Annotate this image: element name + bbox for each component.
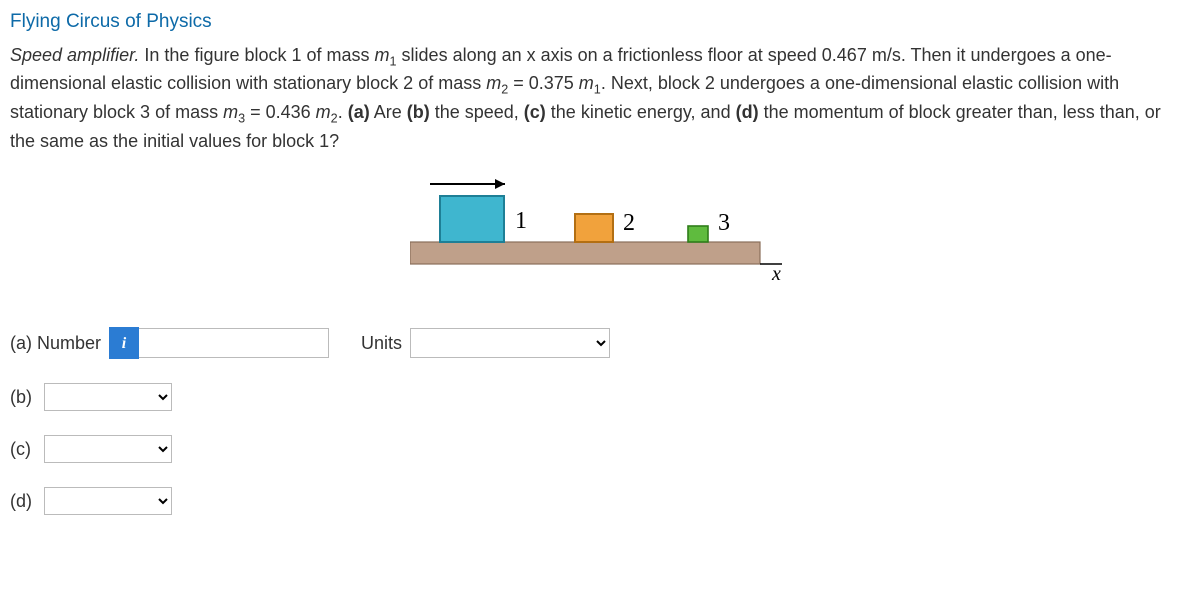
answers-section: (a) Number i Units (b) (c) (d) [10, 327, 1190, 515]
answer-b-select[interactable] [44, 383, 172, 411]
answer-a-units-select[interactable] [410, 328, 610, 358]
answer-d-label: (d) [10, 488, 36, 514]
block3-label: 3 [718, 210, 730, 236]
answer-a-number-input[interactable] [139, 328, 329, 358]
units-label: Units [361, 330, 402, 356]
answer-b-label: (b) [10, 384, 36, 410]
lead-phrase: Speed amplifier. [10, 45, 139, 65]
answer-row-c: (c) [10, 435, 1190, 463]
source-title: Flying Circus of Physics [10, 8, 1190, 36]
block2-label: 2 [623, 210, 635, 236]
block1-label: 1 [515, 208, 527, 234]
figure: x 1 2 3 [10, 172, 1190, 299]
answer-row-a: (a) Number i Units [10, 327, 1190, 359]
axis-label: x [771, 263, 781, 285]
answer-d-select[interactable] [44, 487, 172, 515]
answer-row-b: (b) [10, 383, 1190, 411]
problem-text: Speed amplifier. In the figure block 1 o… [10, 42, 1190, 155]
answer-c-label: (c) [10, 436, 36, 462]
answer-row-d: (d) [10, 487, 1190, 515]
answer-a-label: (a) Number [10, 330, 101, 356]
info-icon[interactable]: i [109, 327, 139, 359]
answer-c-select[interactable] [44, 435, 172, 463]
